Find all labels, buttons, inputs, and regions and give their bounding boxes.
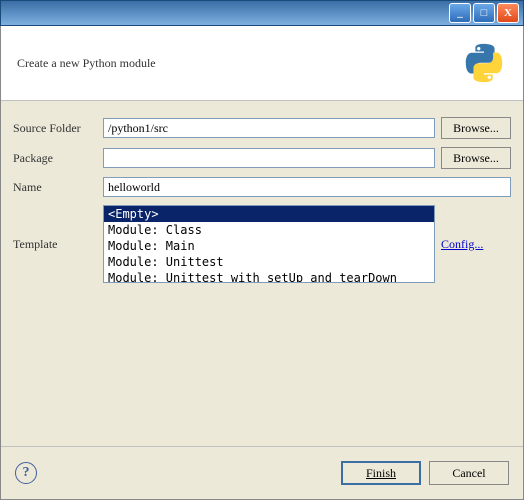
template-item[interactable]: Module: Class [104, 222, 434, 238]
finish-button[interactable]: Finish [341, 461, 421, 485]
dialog-footer: ? Finish Cancel [1, 446, 523, 499]
window-body: Create a new Python module Source Folder… [0, 26, 524, 500]
template-item[interactable]: Module: Unittest with setUp and tearDown [104, 270, 434, 283]
template-listbox[interactable]: <Empty>Module: ClassModule: MainModule: … [103, 205, 435, 283]
template-item[interactable]: Module: Unittest [104, 254, 434, 270]
name-row: Name [13, 177, 511, 197]
cancel-button[interactable]: Cancel [429, 461, 509, 485]
template-item[interactable]: Module: Main [104, 238, 434, 254]
template-label: Template [13, 237, 103, 252]
dialog-header: Create a new Python module [1, 26, 523, 101]
template-row: Template <Empty>Module: ClassModule: Mai… [13, 205, 511, 283]
name-input[interactable] [103, 177, 511, 197]
python-logo-icon [461, 40, 507, 86]
source-folder-label: Source Folder [13, 121, 103, 136]
package-label: Package [13, 151, 103, 166]
maximize-button[interactable]: □ [473, 3, 495, 23]
titlebar[interactable]: _ □ X [0, 0, 524, 26]
package-browse-button[interactable]: Browse... [441, 147, 511, 169]
package-row: Package Browse... [13, 147, 511, 169]
source-folder-input[interactable] [103, 118, 435, 138]
template-item[interactable]: <Empty> [104, 206, 434, 222]
minimize-button[interactable]: _ [449, 3, 471, 23]
dialog-title: Create a new Python module [17, 56, 156, 71]
close-button[interactable]: X [497, 3, 519, 23]
help-icon[interactable]: ? [15, 462, 37, 484]
form-area: Source Folder Browse... Package Browse..… [1, 101, 523, 446]
config-link[interactable]: Config... [441, 237, 511, 252]
name-label: Name [13, 180, 103, 195]
source-folder-row: Source Folder Browse... [13, 117, 511, 139]
package-input[interactable] [103, 148, 435, 168]
source-folder-browse-button[interactable]: Browse... [441, 117, 511, 139]
